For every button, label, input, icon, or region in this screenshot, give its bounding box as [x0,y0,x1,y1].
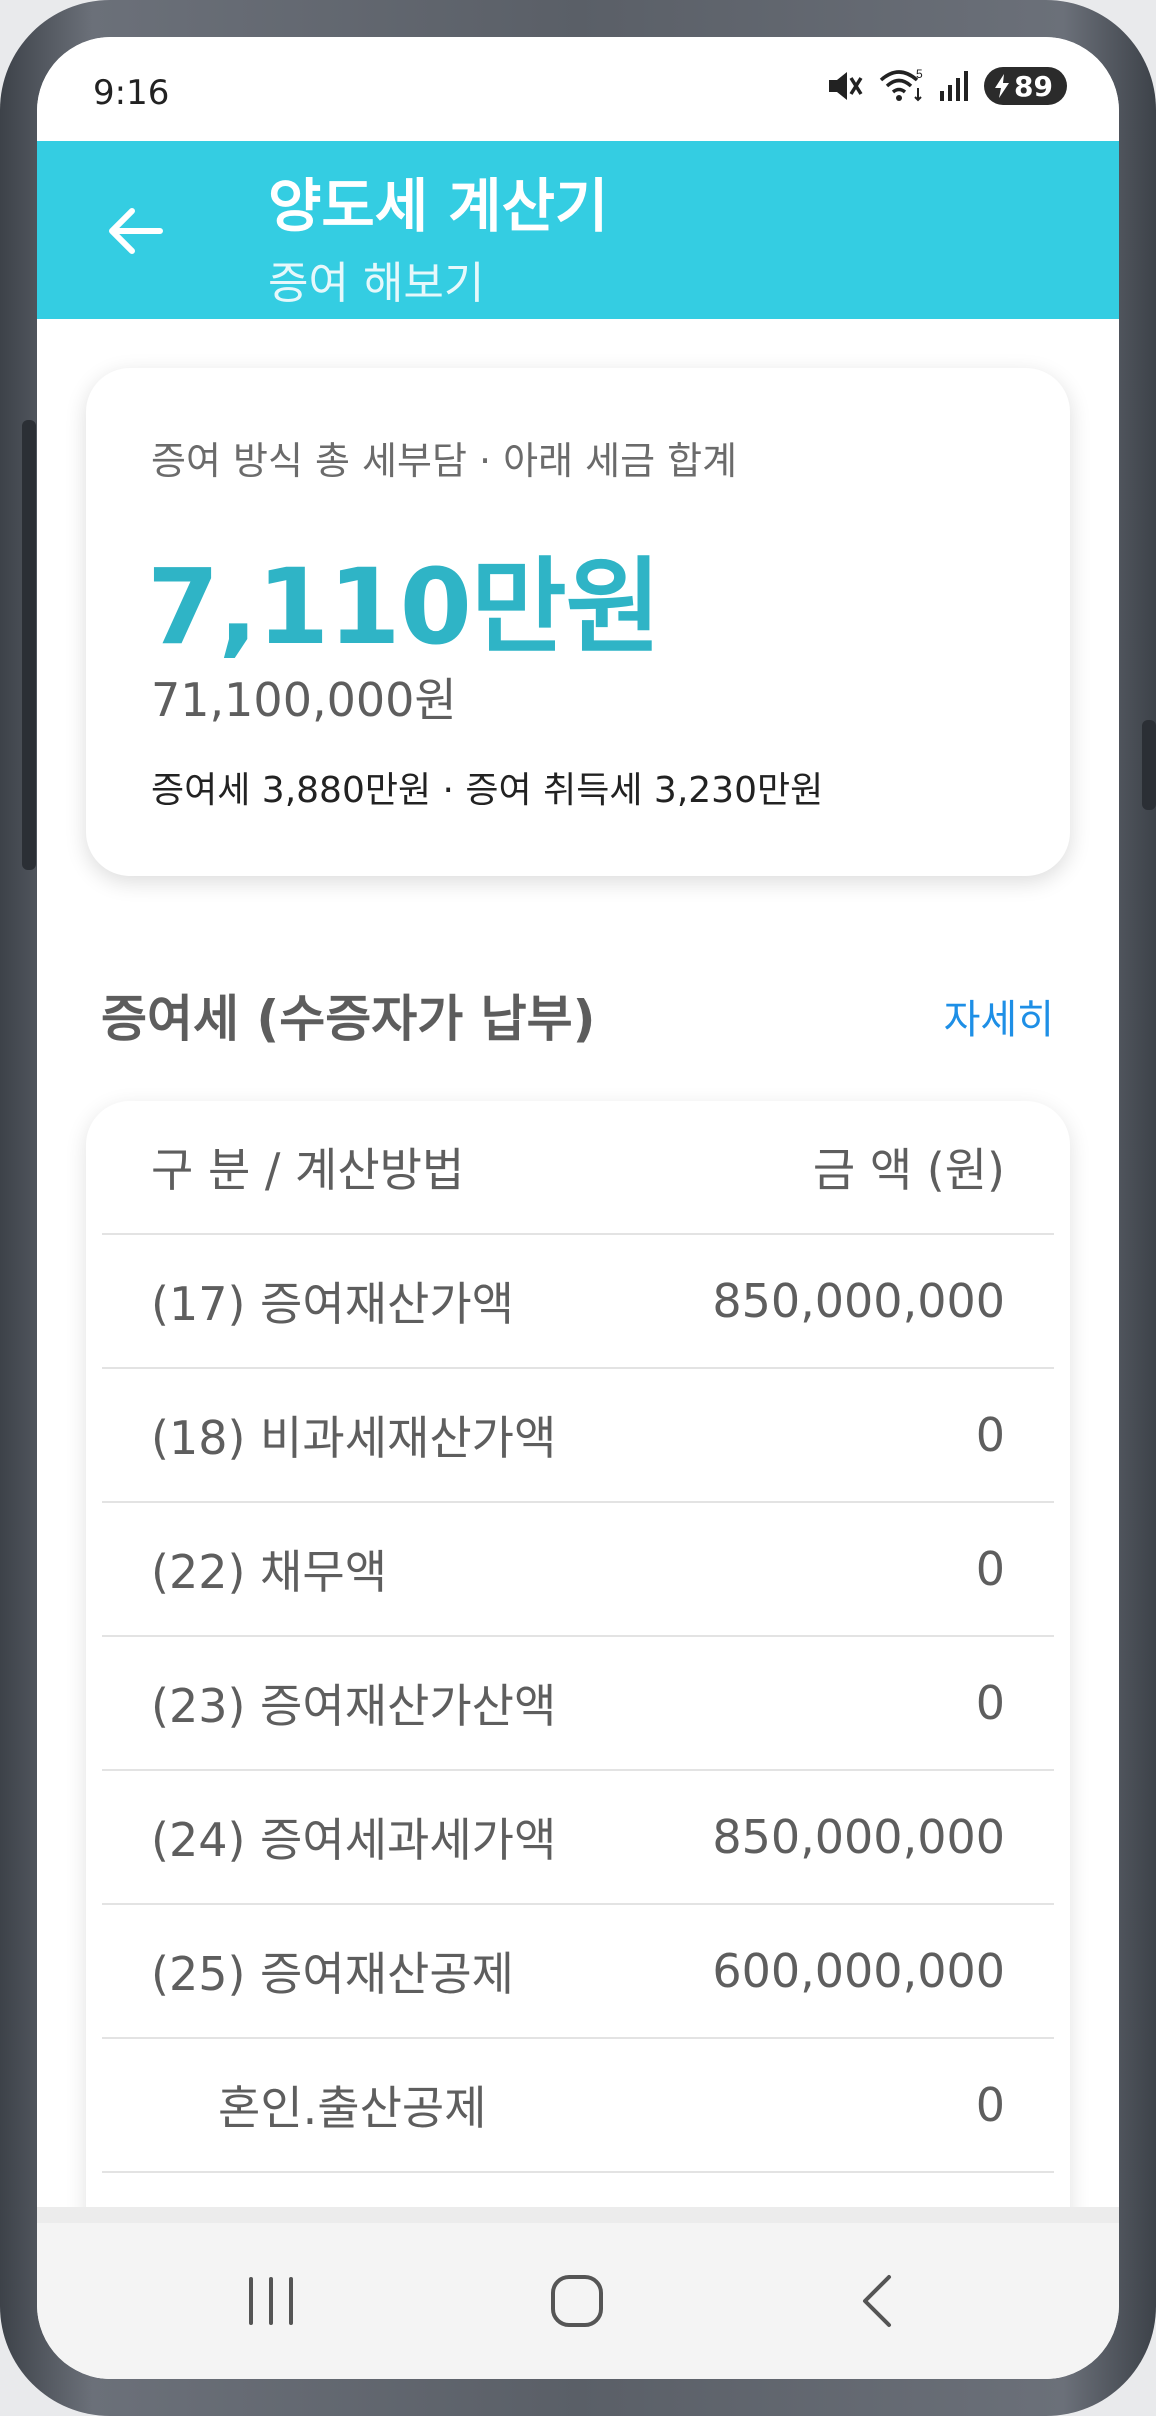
row-label: (17) 증여재산가액 [151,1277,514,1331]
row-amount: 850,000,000 [712,1274,1005,1328]
system-back-button[interactable] [827,2263,927,2339]
table-row: (23) 증여재산가산액 0 [102,1637,1054,1771]
row-label: (18) 비과세재산가액 [151,1411,557,1465]
row-label: (23) 증여재산가산액 [151,1679,557,1733]
home-icon [551,2275,603,2327]
detail-link[interactable]: 자세히 [944,987,1054,1045]
summary-amount-won: 71,100,000원 [151,673,457,727]
row-label: (25) 증여재산공제 [151,1947,514,2001]
header-amount: 금 액 (원) [812,1143,1005,1197]
back-arrow-icon [109,208,163,254]
summary-label: 증여 방식 총 세부담 · 아래 세금 합계 [151,439,738,483]
status-time: 9:16 [93,73,170,113]
battery-level: 89 [1014,69,1053,103]
back-button[interactable] [97,193,173,269]
row-amount: 0 [975,1676,1005,1730]
summary-breakdown: 증여세 3,880만원 · 증여 취득세 3,230만원 [151,770,824,811]
svg-text:5: 5 [916,68,923,81]
header-label: 구 분 / 계산방법 [151,1143,465,1197]
status-icons: 5 89 [826,67,1067,105]
charging-bolt-icon [995,74,1010,98]
table-row: (22) 채무액 0 [102,1503,1054,1637]
back-icon [863,2275,891,2327]
page-subtitle: 증여 해보기 [268,258,485,309]
screen: 9:16 5 89 양도세 계산기 증여 해보기 증여 방식 총 세부담 · 아… [37,37,1119,2379]
gift-tax-table: 구 분 / 계산방법 금 액 (원) (17) 증여재산가액 850,000,0… [86,1101,1070,2379]
navigation-bar [37,2223,1119,2379]
row-amount: 850,000,000 [712,1810,1005,1864]
status-bar: 9:16 5 89 [37,37,1119,141]
table-row: (17) 증여재산가액 850,000,000 [102,1235,1054,1369]
battery-icon: 89 [984,67,1067,105]
summary-card: 증여 방식 총 세부담 · 아래 세금 합계 7,110만원 71,100,00… [86,368,1070,876]
row-amount: 0 [975,1542,1005,1596]
table-header: 구 분 / 계산방법 금 액 (원) [102,1101,1054,1235]
table-row: (24) 증여세과세가액 850,000,000 [102,1771,1054,1905]
table-row: (25) 증여재산공제 600,000,000 [102,1905,1054,2039]
side-button-left [22,420,36,870]
phone-frame: 9:16 5 89 양도세 계산기 증여 해보기 증여 방식 총 세부담 · 아… [0,0,1156,2416]
wifi-icon: 5 [878,68,924,104]
app-bar: 양도세 계산기 증여 해보기 [37,141,1119,319]
mute-icon [826,68,864,104]
recent-apps-icon [249,2277,293,2325]
section-title: 증여세 (수증자가 납부) [101,990,596,1048]
page-title: 양도세 계산기 [268,172,609,240]
row-label: 혼인.출산공제 [218,2081,487,2135]
signal-icon [938,69,970,103]
row-label: (22) 채무액 [151,1545,388,1599]
row-amount: 0 [975,2078,1005,2132]
table-row: (18) 비과세재산가액 0 [102,1369,1054,1503]
row-amount: 600,000,000 [712,1944,1005,1998]
home-button[interactable] [527,2263,627,2339]
row-label: (24) 증여세과세가액 [151,1813,557,1867]
summary-total-amount: 7,110만원 [147,546,661,668]
row-amount: 0 [975,1408,1005,1462]
table-row: 혼인.출산공제 0 [102,2039,1054,2173]
recent-apps-button[interactable] [221,2263,321,2339]
side-button-right [1142,720,1156,810]
